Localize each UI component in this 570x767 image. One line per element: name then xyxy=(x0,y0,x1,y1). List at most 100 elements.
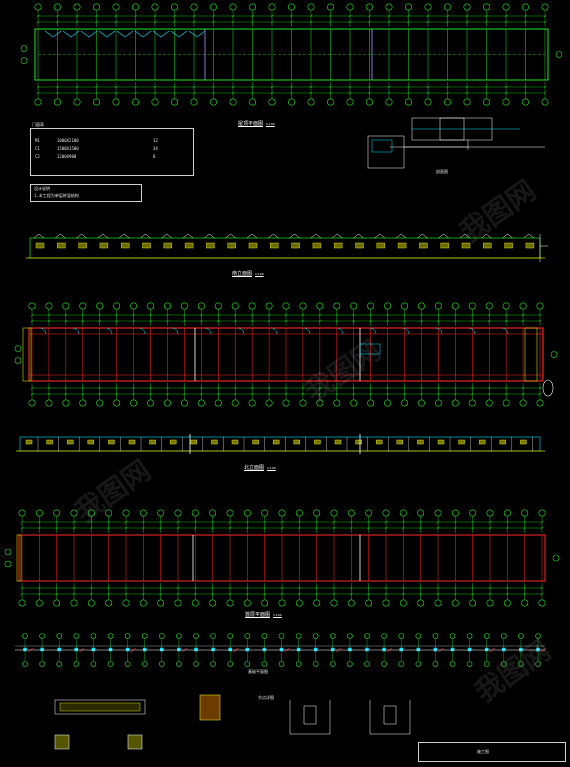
axis-bubble xyxy=(503,509,511,517)
axis-bubble xyxy=(295,509,303,517)
door-swing xyxy=(204,327,212,335)
door-swing xyxy=(303,327,311,335)
axis-bubble xyxy=(466,633,473,639)
axis-bubble xyxy=(424,3,432,11)
axis-bubble xyxy=(14,345,22,352)
axis-bubble xyxy=(299,399,307,407)
detail-core xyxy=(303,705,317,725)
elevation-window xyxy=(440,242,449,249)
axis-bubble xyxy=(466,661,473,667)
elevation-window xyxy=(87,439,95,445)
axis-bubble xyxy=(96,302,104,310)
table-cell: 1000X2100 xyxy=(57,138,79,143)
title-floor-plan: 首层平面图 1:100 xyxy=(245,612,282,618)
axis-bubble xyxy=(536,399,544,407)
title-block: 施工图 xyxy=(418,742,566,762)
axis-bubble xyxy=(20,57,28,64)
note-line: 1.本工程为单层砖混结构 xyxy=(34,193,79,198)
gable-vent xyxy=(481,233,492,239)
axis-bubble xyxy=(463,98,471,106)
axis-bubble xyxy=(483,661,490,667)
axis-bubble xyxy=(124,661,131,667)
gable-vent xyxy=(140,233,151,239)
axis-bubble xyxy=(105,509,113,517)
elevation-window xyxy=(458,439,465,445)
axis-bubble xyxy=(45,302,53,310)
column-mark xyxy=(108,647,113,652)
axis-bubble xyxy=(538,599,546,607)
axis-bubble xyxy=(132,98,140,106)
axis-bubble xyxy=(502,3,510,11)
axis-bubble xyxy=(385,3,393,11)
gable-vent xyxy=(395,233,407,239)
roof-truss xyxy=(62,30,80,38)
axis-bubble xyxy=(62,302,70,310)
axis-bubble xyxy=(313,509,321,517)
axis-bubble xyxy=(14,357,22,364)
axis-bubble xyxy=(34,3,42,11)
axis-bubble xyxy=(365,98,373,106)
axis-bubble xyxy=(295,661,302,667)
axis-bubble xyxy=(191,509,199,517)
elevation-window xyxy=(355,242,364,249)
elevation-window xyxy=(483,242,492,249)
axis-bubble xyxy=(347,509,355,517)
axis-bubble xyxy=(483,633,490,639)
axis-bubble xyxy=(398,661,405,667)
axis-bubble xyxy=(96,399,104,407)
table-cell: C1 xyxy=(35,146,40,151)
axis-bubble xyxy=(381,661,387,667)
door-swing xyxy=(402,327,410,335)
elevation-window xyxy=(417,439,424,445)
column-mark xyxy=(296,647,301,652)
gable-vent xyxy=(374,233,385,239)
axis-bubble xyxy=(382,509,390,517)
column-mark xyxy=(313,647,318,652)
axis-bubble xyxy=(401,302,409,310)
elevation-window xyxy=(499,439,507,445)
axis-bubble xyxy=(278,509,286,517)
axis-bubble xyxy=(521,3,529,11)
axis-bubble xyxy=(107,633,114,639)
door-swing xyxy=(72,327,80,335)
axis-bubble xyxy=(231,399,239,407)
table-cell: 1200X900 xyxy=(57,154,77,159)
title-plan-roof: 屋顶平面图 1:100 xyxy=(238,121,275,127)
elevation-window xyxy=(120,242,130,249)
column-mark xyxy=(228,647,232,652)
elevation-window xyxy=(99,242,109,249)
axis-bubble xyxy=(329,633,336,639)
elevation-window xyxy=(272,439,280,445)
axis-bubble xyxy=(113,302,121,310)
axis-bubble xyxy=(4,548,12,556)
axis-bubble xyxy=(541,98,549,106)
axis-bubble xyxy=(451,399,459,407)
axis-bubble xyxy=(243,599,251,607)
axis-bubble xyxy=(347,633,353,639)
axis-bubble xyxy=(385,98,393,106)
axis-bubble xyxy=(210,661,216,667)
axis-bubble xyxy=(434,399,442,407)
foundation-label: 基础平面图 xyxy=(248,669,268,674)
axis-bubble xyxy=(316,302,324,310)
axis-bubble xyxy=(139,509,147,517)
axis-bubble xyxy=(130,399,138,407)
axis-bubble xyxy=(541,3,549,11)
fixture xyxy=(359,343,381,355)
axis-bubble xyxy=(190,98,198,106)
axis-bubble xyxy=(28,399,36,407)
gable-vent xyxy=(225,233,236,239)
column-mark xyxy=(433,647,438,652)
axis-bubble xyxy=(415,633,422,639)
elevation-window xyxy=(25,439,33,445)
axis-bubble xyxy=(244,633,251,639)
axis-bubble xyxy=(171,3,179,11)
axis-bubble xyxy=(141,633,148,639)
axis-bubble xyxy=(519,302,527,310)
elevation-window xyxy=(334,439,342,445)
roof-truss xyxy=(188,30,206,38)
axis-bubble xyxy=(503,599,511,607)
axis-bubble xyxy=(333,399,341,407)
elevation-window xyxy=(375,439,383,445)
elevation-window xyxy=(333,242,343,249)
